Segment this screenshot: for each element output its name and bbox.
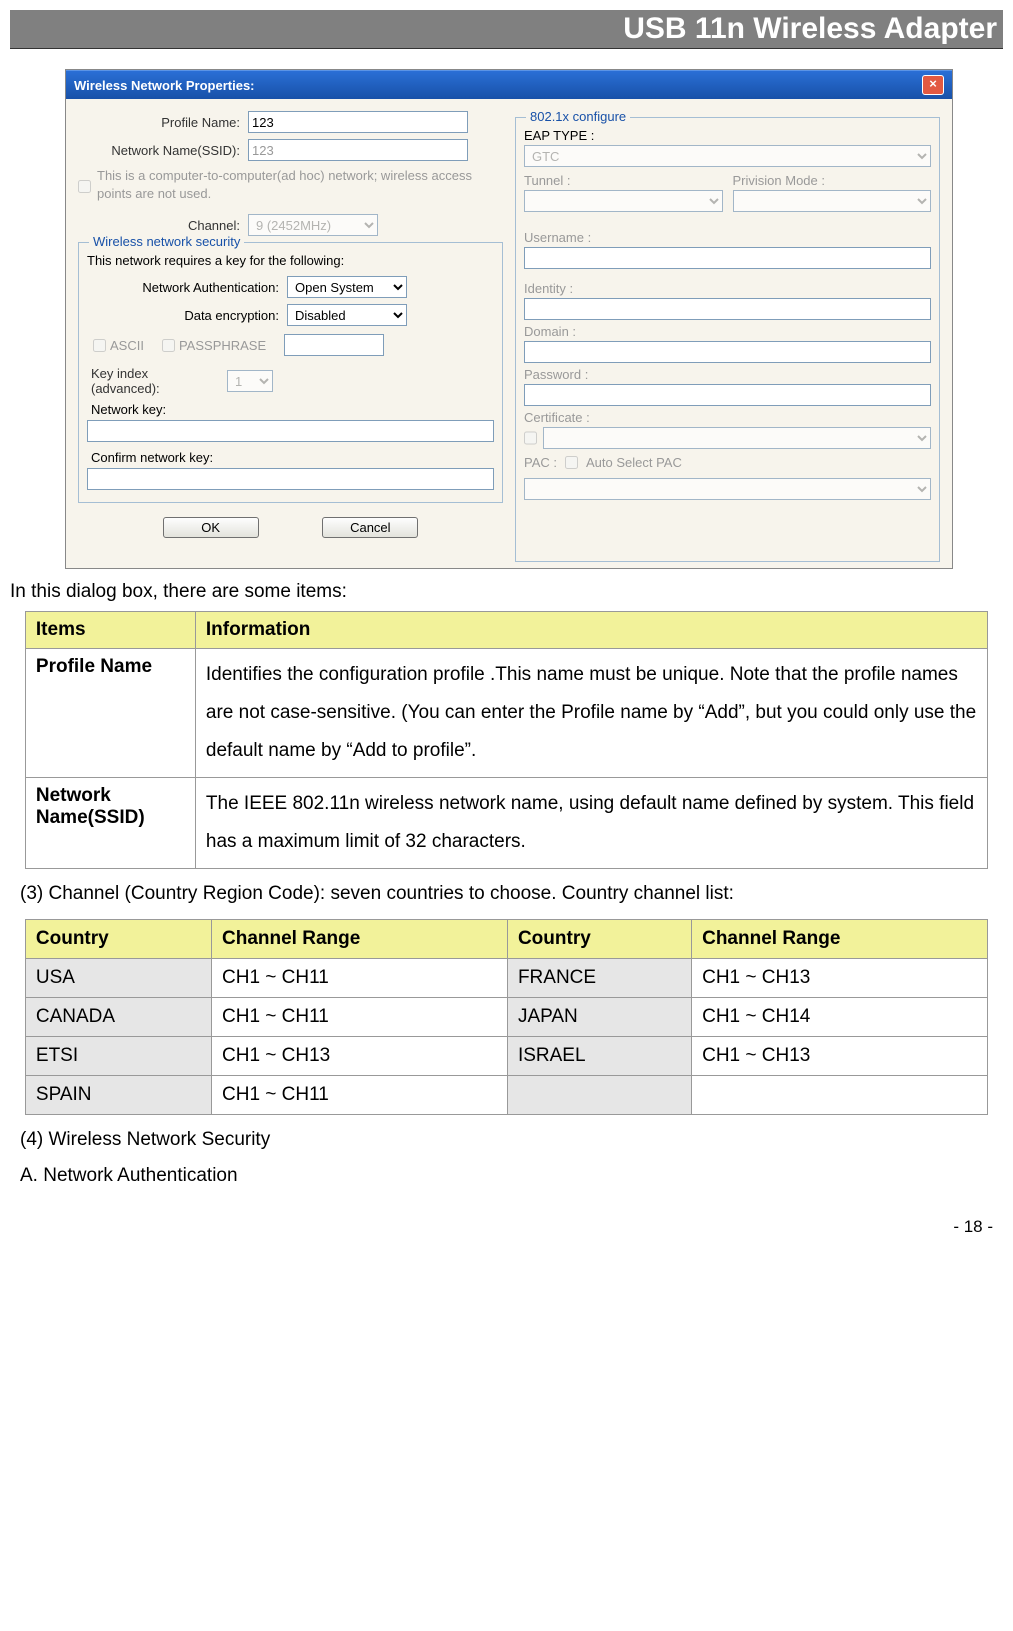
passphrase-input: [284, 334, 384, 356]
information-header: Information: [195, 612, 987, 649]
ok-button[interactable]: OK: [163, 517, 259, 538]
channel-select: 9 (2452MHz): [248, 214, 378, 236]
eap-type-label: EAP TYPE :: [524, 128, 931, 143]
security-description: This network requires a key for the foll…: [87, 253, 494, 268]
items-header: Items: [25, 612, 195, 649]
intro-text: In this dialog box, there are some items…: [10, 581, 1003, 603]
auto-pac-checkbox: [565, 456, 578, 469]
confirm-key-label: Confirm network key:: [87, 450, 494, 465]
ascii-label: ASCII: [110, 338, 144, 353]
username-label: Username :: [524, 230, 931, 245]
provision-select: [733, 190, 932, 212]
profile-name-input[interactable]: [248, 111, 468, 133]
adhoc-description: This is a computer-to-computer(ad hoc) n…: [97, 167, 503, 202]
page-number: - 18 -: [10, 1217, 1003, 1237]
pac-label: PAC :: [524, 455, 557, 470]
security-fieldset: Wireless network security This network r…: [78, 242, 503, 503]
username-input: [524, 247, 931, 269]
table-row: Network Name(SSID) The IEEE 802.11n wire…: [25, 778, 987, 869]
passphrase-label: PASSPHRASE: [179, 338, 266, 353]
ssid-label: Network Name(SSID):: [78, 143, 248, 158]
country-header: Country: [507, 920, 691, 959]
item-info: The IEEE 802.11n wireless network name, …: [195, 778, 987, 869]
identity-label: Identity :: [524, 281, 931, 296]
dialog-title: Wireless Network Properties:: [74, 78, 255, 93]
page-header: USB 11n Wireless Adapter: [10, 10, 1003, 49]
range-header: Channel Range: [212, 920, 508, 959]
tunnel-label: Tunnel :: [524, 173, 723, 188]
domain-input: [524, 341, 931, 363]
table-row: ETSI CH1 ~ CH13 ISRAEL CH1 ~ CH13: [25, 1037, 987, 1076]
identity-input: [524, 298, 931, 320]
table-row: SPAIN CH1 ~ CH11: [25, 1076, 987, 1115]
table-row: CANADA CH1 ~ CH11 JAPAN CH1 ~ CH14: [25, 998, 987, 1037]
key-index-label: Key index (advanced):: [87, 366, 227, 396]
net-auth-select[interactable]: Open System: [287, 276, 407, 298]
channel-label: Channel:: [78, 218, 248, 233]
section-a: A. Network Authentication: [20, 1165, 1003, 1187]
certificate-label: Certificate :: [524, 410, 931, 425]
passphrase-checkbox: [162, 339, 175, 352]
tunnel-select: [524, 190, 723, 212]
pac-select: [524, 478, 931, 500]
data-enc-select[interactable]: Disabled: [287, 304, 407, 326]
profile-name-label: Profile Name:: [78, 115, 248, 130]
key-index-select: 1: [227, 370, 273, 392]
dialog-window: Wireless Network Properties: × Profile N…: [65, 69, 953, 569]
certificate-select: [543, 427, 931, 449]
table-row: USA CH1 ~ CH11 FRANCE CH1 ~ CH13: [25, 959, 987, 998]
domain-label: Domain :: [524, 324, 931, 339]
password-label: Password :: [524, 367, 931, 382]
data-enc-label: Data encryption:: [87, 308, 287, 323]
ascii-checkbox: [93, 339, 106, 352]
items-table: Items Information Profile Name Identifie…: [25, 611, 988, 869]
range-header: Channel Range: [692, 920, 988, 959]
net-auth-label: Network Authentication:: [87, 280, 287, 295]
dialog-titlebar: Wireless Network Properties: ×: [66, 70, 952, 99]
ssid-input: [248, 139, 468, 161]
security-legend: Wireless network security: [89, 234, 244, 249]
country-header: Country: [25, 920, 211, 959]
country-table: Country Channel Range Country Channel Ra…: [25, 919, 988, 1115]
channel-intro: (3) Channel (Country Region Code): seven…: [20, 883, 1003, 905]
auto-pac-label: Auto Select PAC: [586, 455, 682, 470]
8021x-fieldset: 802.1x configure EAP TYPE : GTC Tunnel :…: [515, 117, 940, 562]
page-title: USB 11n Wireless Adapter: [623, 12, 997, 45]
password-input: [524, 384, 931, 406]
cancel-button[interactable]: Cancel: [322, 517, 418, 538]
confirm-key-input[interactable]: [87, 468, 494, 490]
provision-label: Privision Mode :: [733, 173, 932, 188]
item-info: Identifies the configuration profile .Th…: [195, 649, 987, 778]
8021x-legend: 802.1x configure: [526, 109, 630, 124]
adhoc-checkbox: [78, 171, 91, 202]
item-name: Network Name(SSID): [25, 778, 195, 869]
network-key-input[interactable]: [87, 420, 494, 442]
section-4: (4) Wireless Network Security: [20, 1129, 1003, 1151]
close-icon[interactable]: ×: [922, 75, 944, 95]
eap-type-select: GTC: [524, 145, 931, 167]
network-key-label: Network key:: [87, 402, 494, 417]
item-name: Profile Name: [25, 649, 195, 778]
certificate-checkbox: [524, 427, 537, 449]
table-row: Profile Name Identifies the configuratio…: [25, 649, 987, 778]
